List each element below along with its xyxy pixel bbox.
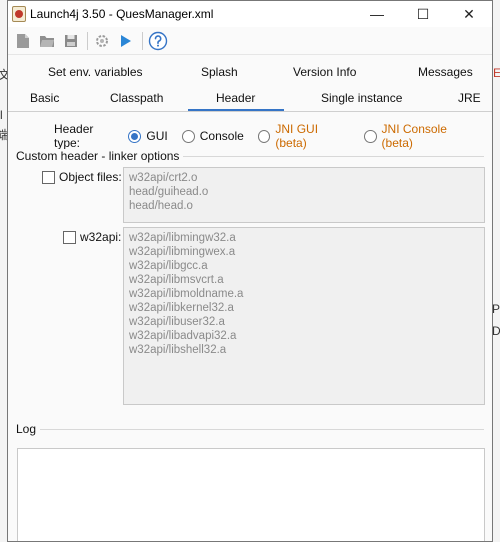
background-glyph: l [0, 108, 3, 122]
tab-splash[interactable]: Splash [201, 59, 238, 85]
radio-console-label: Console [199, 129, 244, 143]
list-item: w32api/crt2.o [129, 172, 198, 184]
maximize-icon: ☐ [416, 5, 430, 22]
background-glyph: D [492, 324, 500, 338]
header-tab-panel: Header type: GUI Console JNI GUI (beta) … [8, 112, 492, 541]
help-button[interactable] [146, 30, 170, 52]
tab-single-instance[interactable]: Single instance [321, 85, 402, 111]
tab-messages[interactable]: Messages [418, 59, 473, 85]
radio-gui-label: GUI [146, 129, 168, 143]
radio-button-checked[interactable] [128, 129, 142, 143]
minimize-icon: — [370, 6, 384, 22]
new-config-button[interactable] [12, 30, 34, 52]
list-item: w32api/libmsvcrt.a [129, 274, 224, 286]
list-item: w32api/libuser32.a [129, 316, 225, 328]
title-bar[interactable]: Launch4j 3.50 - QuesManager.xml — ☐ ✕ [8, 1, 492, 27]
help-icon [148, 31, 168, 50]
close-button[interactable]: ✕ [446, 1, 492, 27]
close-icon: ✕ [463, 5, 475, 22]
list-item: w32api/libshell32.a [129, 344, 227, 356]
maximize-button[interactable]: ☐ [400, 1, 446, 27]
play-icon [121, 34, 131, 47]
open-config-button[interactable] [36, 30, 58, 52]
toolbar [8, 27, 492, 55]
log-title: Log [16, 422, 41, 436]
launch4j-app-icon [12, 6, 26, 22]
header-type-label: Header type: [54, 122, 94, 150]
radio-gui[interactable]: GUI [128, 129, 168, 143]
open-folder-icon [40, 35, 54, 47]
object-files-checkbox[interactable] [42, 170, 55, 184]
list-item: w32api/libmoldname.a [129, 288, 244, 300]
background-glyph: P [492, 302, 500, 316]
new-file-icon [17, 33, 29, 48]
radio-jni-console-label: JNI Console (beta) [381, 122, 447, 150]
log-textarea[interactable] [17, 448, 485, 541]
save-config-button[interactable] [60, 30, 82, 52]
list-item: w32api/libadvapi32.a [129, 330, 237, 342]
tab-jre[interactable]: JRE [458, 85, 481, 111]
tab-basic[interactable]: Basic [30, 85, 59, 111]
w32api-label: w32api: [80, 230, 122, 244]
tab-classpath[interactable]: Classpath [110, 85, 163, 111]
w32api-checkbox-row[interactable]: w32api: [63, 230, 121, 244]
radio-jni-gui-label: JNI GUI (beta) [275, 122, 319, 150]
header-type-group: Header type: GUI Console JNI GUI (beta) … [54, 122, 492, 150]
window-title: Launch4j 3.50 - QuesManager.xml [30, 7, 214, 21]
radio-jni-console[interactable]: JNI Console (beta) [363, 122, 478, 150]
list-item: w32api/libgcc.a [129, 260, 208, 272]
list-item: w32api/libmingw32.a [129, 232, 236, 244]
list-item: head/guihead.o [129, 186, 209, 198]
list-item: head/head.o [129, 200, 193, 212]
tabs-row-2: Basic Classpath Header Single instance J… [8, 85, 492, 111]
build-wrapper-button[interactable] [91, 30, 113, 52]
toolbar-separator [142, 31, 143, 50]
tab-version-info[interactable]: Version Info [293, 59, 356, 85]
object-files-label: Object files: [59, 170, 122, 184]
active-tab-indicator [188, 109, 284, 111]
background-glyph: E [493, 66, 500, 80]
toolbar-separator [87, 31, 88, 50]
tab-set-env-variables[interactable]: Set env. variables [48, 59, 143, 85]
list-item: w32api/libkernel32.a [129, 302, 234, 314]
run-wrapper-button[interactable] [115, 30, 137, 52]
radio-button[interactable] [181, 129, 195, 143]
minimize-button[interactable]: — [354, 1, 400, 27]
radio-button[interactable] [257, 129, 271, 143]
radio-jni-gui[interactable]: JNI GUI (beta) [257, 122, 350, 150]
log-divider [16, 429, 484, 430]
radio-console[interactable]: Console [181, 129, 244, 143]
object-files-list[interactable]: w32api/crt2.o head/guihead.o head/head.o [123, 167, 485, 223]
tab-header[interactable]: Header [216, 85, 255, 111]
list-item: w32api/libmingwex.a [129, 246, 236, 258]
gear-icon [96, 34, 108, 47]
radio-button[interactable] [363, 129, 377, 143]
w32api-list[interactable]: w32api/libmingw32.a w32api/libmingwex.a … [123, 227, 485, 405]
object-files-checkbox-row[interactable]: Object files: [42, 170, 122, 184]
launch4j-window: Launch4j 3.50 - QuesManager.xml — ☐ ✕ Se… [7, 0, 493, 542]
tabs-row-1: Set env. variables Splash Version Info M… [8, 59, 492, 85]
custom-header-title: Custom header - linker options [16, 149, 184, 163]
w32api-checkbox[interactable] [63, 230, 76, 244]
save-icon [65, 34, 77, 47]
